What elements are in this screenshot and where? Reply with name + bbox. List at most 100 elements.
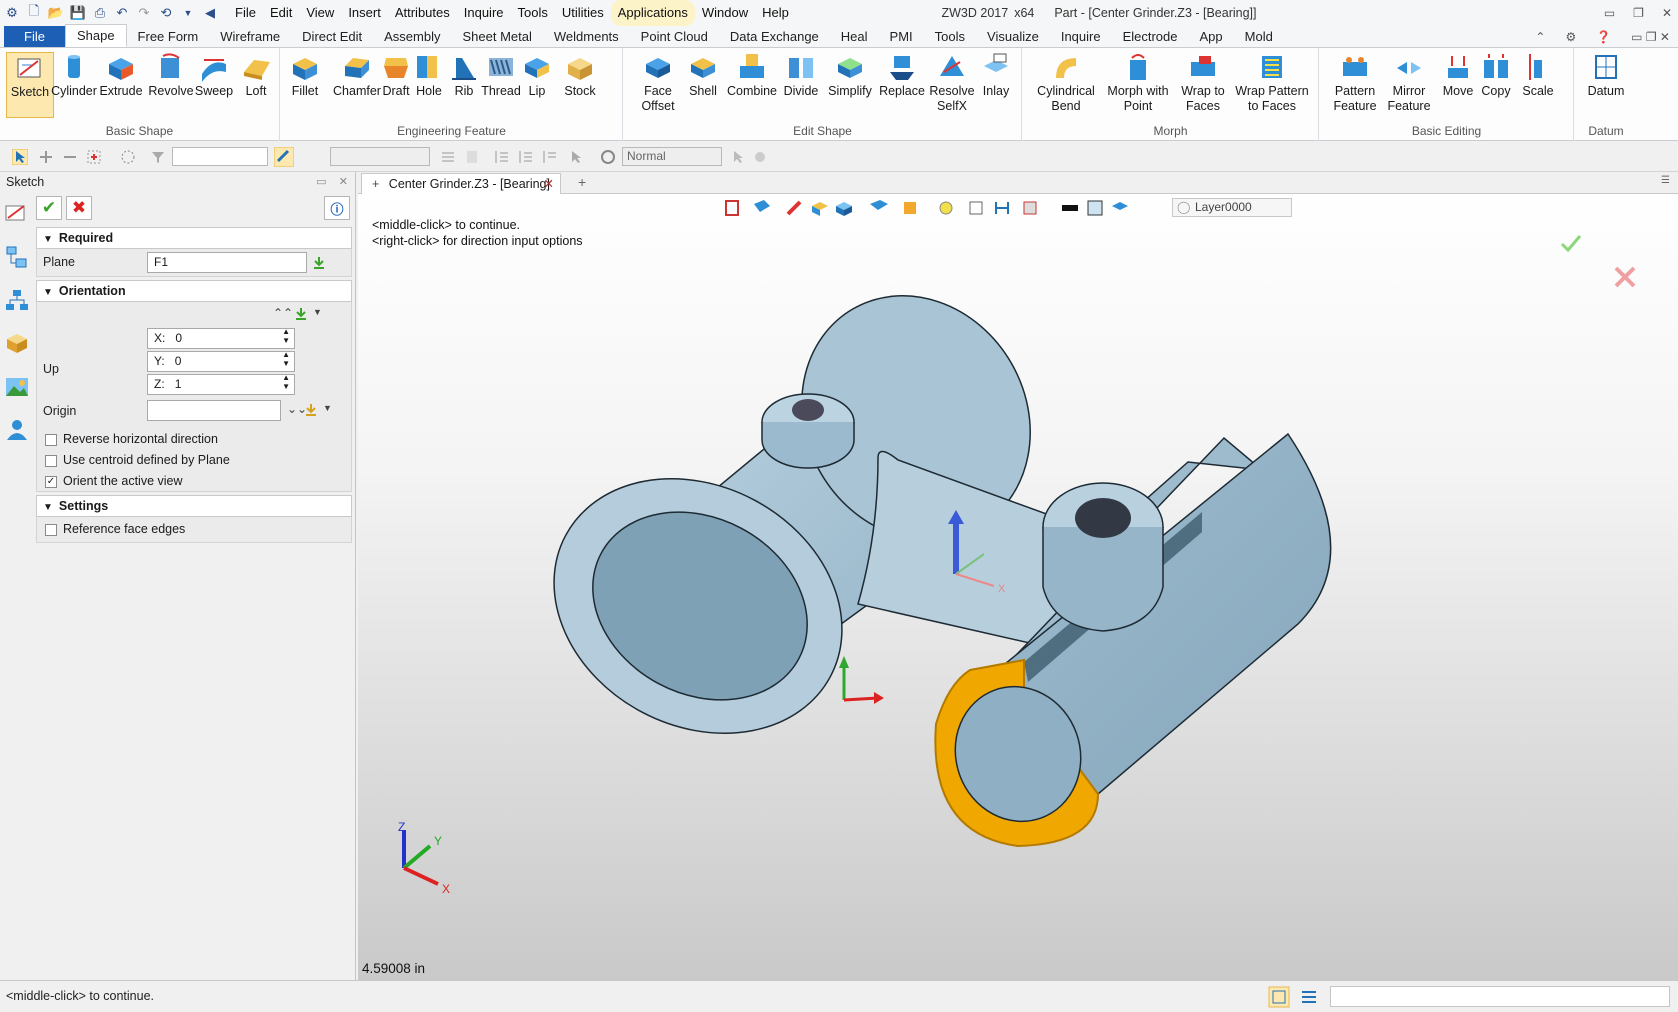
- plane-field[interactable]: F1: [147, 252, 307, 273]
- redo-icon[interactable]: ↷: [134, 3, 154, 23]
- tab-point-cloud[interactable]: Point Cloud: [630, 26, 719, 47]
- pick-arrow-icon[interactable]: [12, 149, 28, 165]
- divide-button[interactable]: Divide: [778, 52, 824, 99]
- render-mode-dropdown[interactable]: Normal: [622, 147, 722, 166]
- panel-pin-icon[interactable]: ▭: [316, 176, 326, 188]
- inlay-button[interactable]: Inlay: [974, 52, 1018, 99]
- filter-icon[interactable]: [150, 149, 166, 165]
- tab-data-exchange[interactable]: Data Exchange: [719, 26, 830, 47]
- up-y-field[interactable]: Y: 0 ▲ ▼: [147, 350, 295, 372]
- part-model[interactable]: X: [358, 194, 1678, 980]
- menu-view[interactable]: View: [299, 0, 341, 26]
- part-icon[interactable]: [4, 330, 30, 356]
- snap-icon[interactable]: [494, 149, 510, 165]
- panel-close-icon[interactable]: ✕: [339, 176, 348, 188]
- cursor-icon[interactable]: [730, 149, 746, 165]
- collapse-up-icon[interactable]: ⌃⌃: [273, 306, 293, 320]
- tab-file[interactable]: File: [4, 26, 65, 47]
- menu-edit[interactable]: Edit: [263, 0, 299, 26]
- tab-visualize[interactable]: Visualize: [976, 26, 1050, 47]
- shell-button[interactable]: Shell: [680, 52, 726, 99]
- restore-icon[interactable]: ❐: [1633, 0, 1644, 26]
- tab-pmi[interactable]: PMI: [879, 26, 924, 47]
- tab-weldments[interactable]: Weldments: [543, 26, 630, 47]
- history-tree-icon[interactable]: [4, 244, 30, 270]
- sketch-button[interactable]: Sketch: [6, 52, 54, 118]
- simplify-button[interactable]: Simplify: [822, 52, 878, 99]
- dropdown-icon[interactable]: ▼: [178, 3, 198, 23]
- orient-active-view-checkbox[interactable]: ✓: [45, 476, 57, 488]
- close-icon[interactable]: ✕: [1662, 0, 1672, 26]
- extrude-button[interactable]: Extrude: [97, 52, 145, 99]
- resolve-selfx-button[interactable]: Resolve SelfX: [924, 52, 980, 114]
- snap-points-icon[interactable]: [542, 149, 558, 165]
- direction-options-icon[interactable]: ▼: [313, 307, 322, 317]
- settings-gear-icon[interactable]: ⚙: [1565, 26, 1576, 48]
- up-x-field[interactable]: X: 0 ▲ ▼: [147, 327, 295, 349]
- loft-button[interactable]: Loft: [232, 52, 280, 99]
- copy-button[interactable]: Copy: [1476, 52, 1516, 99]
- tab-assembly[interactable]: Assembly: [373, 26, 451, 47]
- pick-direction-icon[interactable]: [293, 306, 309, 322]
- up-z-field[interactable]: Z: 1 ▲ ▼: [147, 373, 295, 395]
- layout-icon[interactable]: [1268, 986, 1290, 1008]
- new-file-icon[interactable]: 🗋: [24, 3, 44, 23]
- tab-tools[interactable]: Tools: [924, 26, 976, 47]
- snap-grid-icon[interactable]: [518, 149, 534, 165]
- collapse-ribbon-icon[interactable]: ⌃: [1535, 26, 1545, 48]
- ok-button[interactable]: ✔: [36, 196, 62, 220]
- lasso-icon[interactable]: [120, 149, 136, 165]
- document-tab[interactable]: + Center Grinder.Z3 - [Bearing] ✕: [361, 173, 561, 194]
- help-icon[interactable]: ❓: [1596, 26, 1611, 48]
- sketch-tool-icon[interactable]: [4, 200, 30, 226]
- command-input[interactable]: [1330, 986, 1670, 1007]
- undo-icon[interactable]: ↶: [112, 3, 132, 23]
- pick-filter-icon[interactable]: [86, 149, 102, 165]
- doc-window-controls-icon[interactable]: ▭ ❐ ✕: [1631, 26, 1670, 48]
- tab-heal[interactable]: Heal: [830, 26, 879, 47]
- close-tab-icon[interactable]: ✕: [544, 174, 554, 194]
- menu-attributes[interactable]: Attributes: [388, 0, 457, 26]
- menu-inquire[interactable]: Inquire: [457, 0, 511, 26]
- hole-button[interactable]: Hole: [409, 52, 449, 99]
- assembly-tree-icon[interactable]: [4, 288, 30, 314]
- render-mode-icon[interactable]: [600, 149, 616, 165]
- visual-manager-icon[interactable]: [4, 374, 30, 400]
- new-tab-icon[interactable]: +: [578, 174, 586, 190]
- graphics-viewport[interactable]: <middle-click> to continue. <right-click…: [358, 194, 1678, 980]
- regen-icon[interactable]: ⟲: [156, 3, 176, 23]
- secondary-filter-dropdown[interactable]: [330, 147, 430, 166]
- minimize-icon[interactable]: ▭: [1604, 0, 1615, 26]
- scale-button[interactable]: Scale: [1518, 52, 1558, 99]
- info-button[interactable]: ⓘ: [324, 196, 350, 220]
- tab-mold[interactable]: Mold: [1234, 26, 1284, 47]
- cylinder-button[interactable]: Cylinder: [50, 52, 98, 99]
- back-icon[interactable]: ◀: [200, 3, 220, 23]
- save-icon[interactable]: 💾: [68, 3, 88, 23]
- menu-tools[interactable]: Tools: [511, 0, 555, 26]
- tab-list-icon[interactable]: ☰: [1661, 175, 1670, 186]
- morph-with-point-button[interactable]: Morph with Point: [1103, 52, 1173, 114]
- wrap-pattern-to-faces-button[interactable]: Wrap Pattern to Faces: [1231, 52, 1313, 114]
- menu-insert[interactable]: Insert: [341, 0, 388, 26]
- mirror-feature-button[interactable]: Mirror Feature: [1382, 52, 1436, 114]
- replace-button[interactable]: Replace: [874, 52, 930, 99]
- lip-button[interactable]: Lip: [517, 52, 557, 99]
- menu-help[interactable]: Help: [755, 0, 796, 26]
- origin-options-icon[interactable]: ▼: [323, 403, 332, 413]
- tab-inquire[interactable]: Inquire: [1050, 26, 1112, 47]
- print-icon[interactable]: ⎙: [90, 3, 110, 23]
- revolve-button[interactable]: Revolve: [147, 52, 195, 99]
- tab-wireframe[interactable]: Wireframe: [209, 26, 291, 47]
- pick-download-icon[interactable]: [311, 255, 327, 271]
- app-logo-icon[interactable]: ⚙: [2, 3, 22, 23]
- list-view-icon[interactable]: [1298, 986, 1320, 1008]
- select-arrow-icon[interactable]: [568, 149, 584, 165]
- section-orientation[interactable]: ▼ Orientation: [36, 280, 352, 302]
- tab-shape[interactable]: Shape: [64, 24, 127, 47]
- tab-app[interactable]: App: [1189, 26, 1234, 47]
- datum-button[interactable]: Datum: [1582, 52, 1630, 99]
- sweep-button[interactable]: Sweep: [190, 52, 238, 99]
- spinner-icon[interactable]: ▲ ▼: [282, 350, 290, 368]
- remove-pick-icon[interactable]: [62, 149, 78, 165]
